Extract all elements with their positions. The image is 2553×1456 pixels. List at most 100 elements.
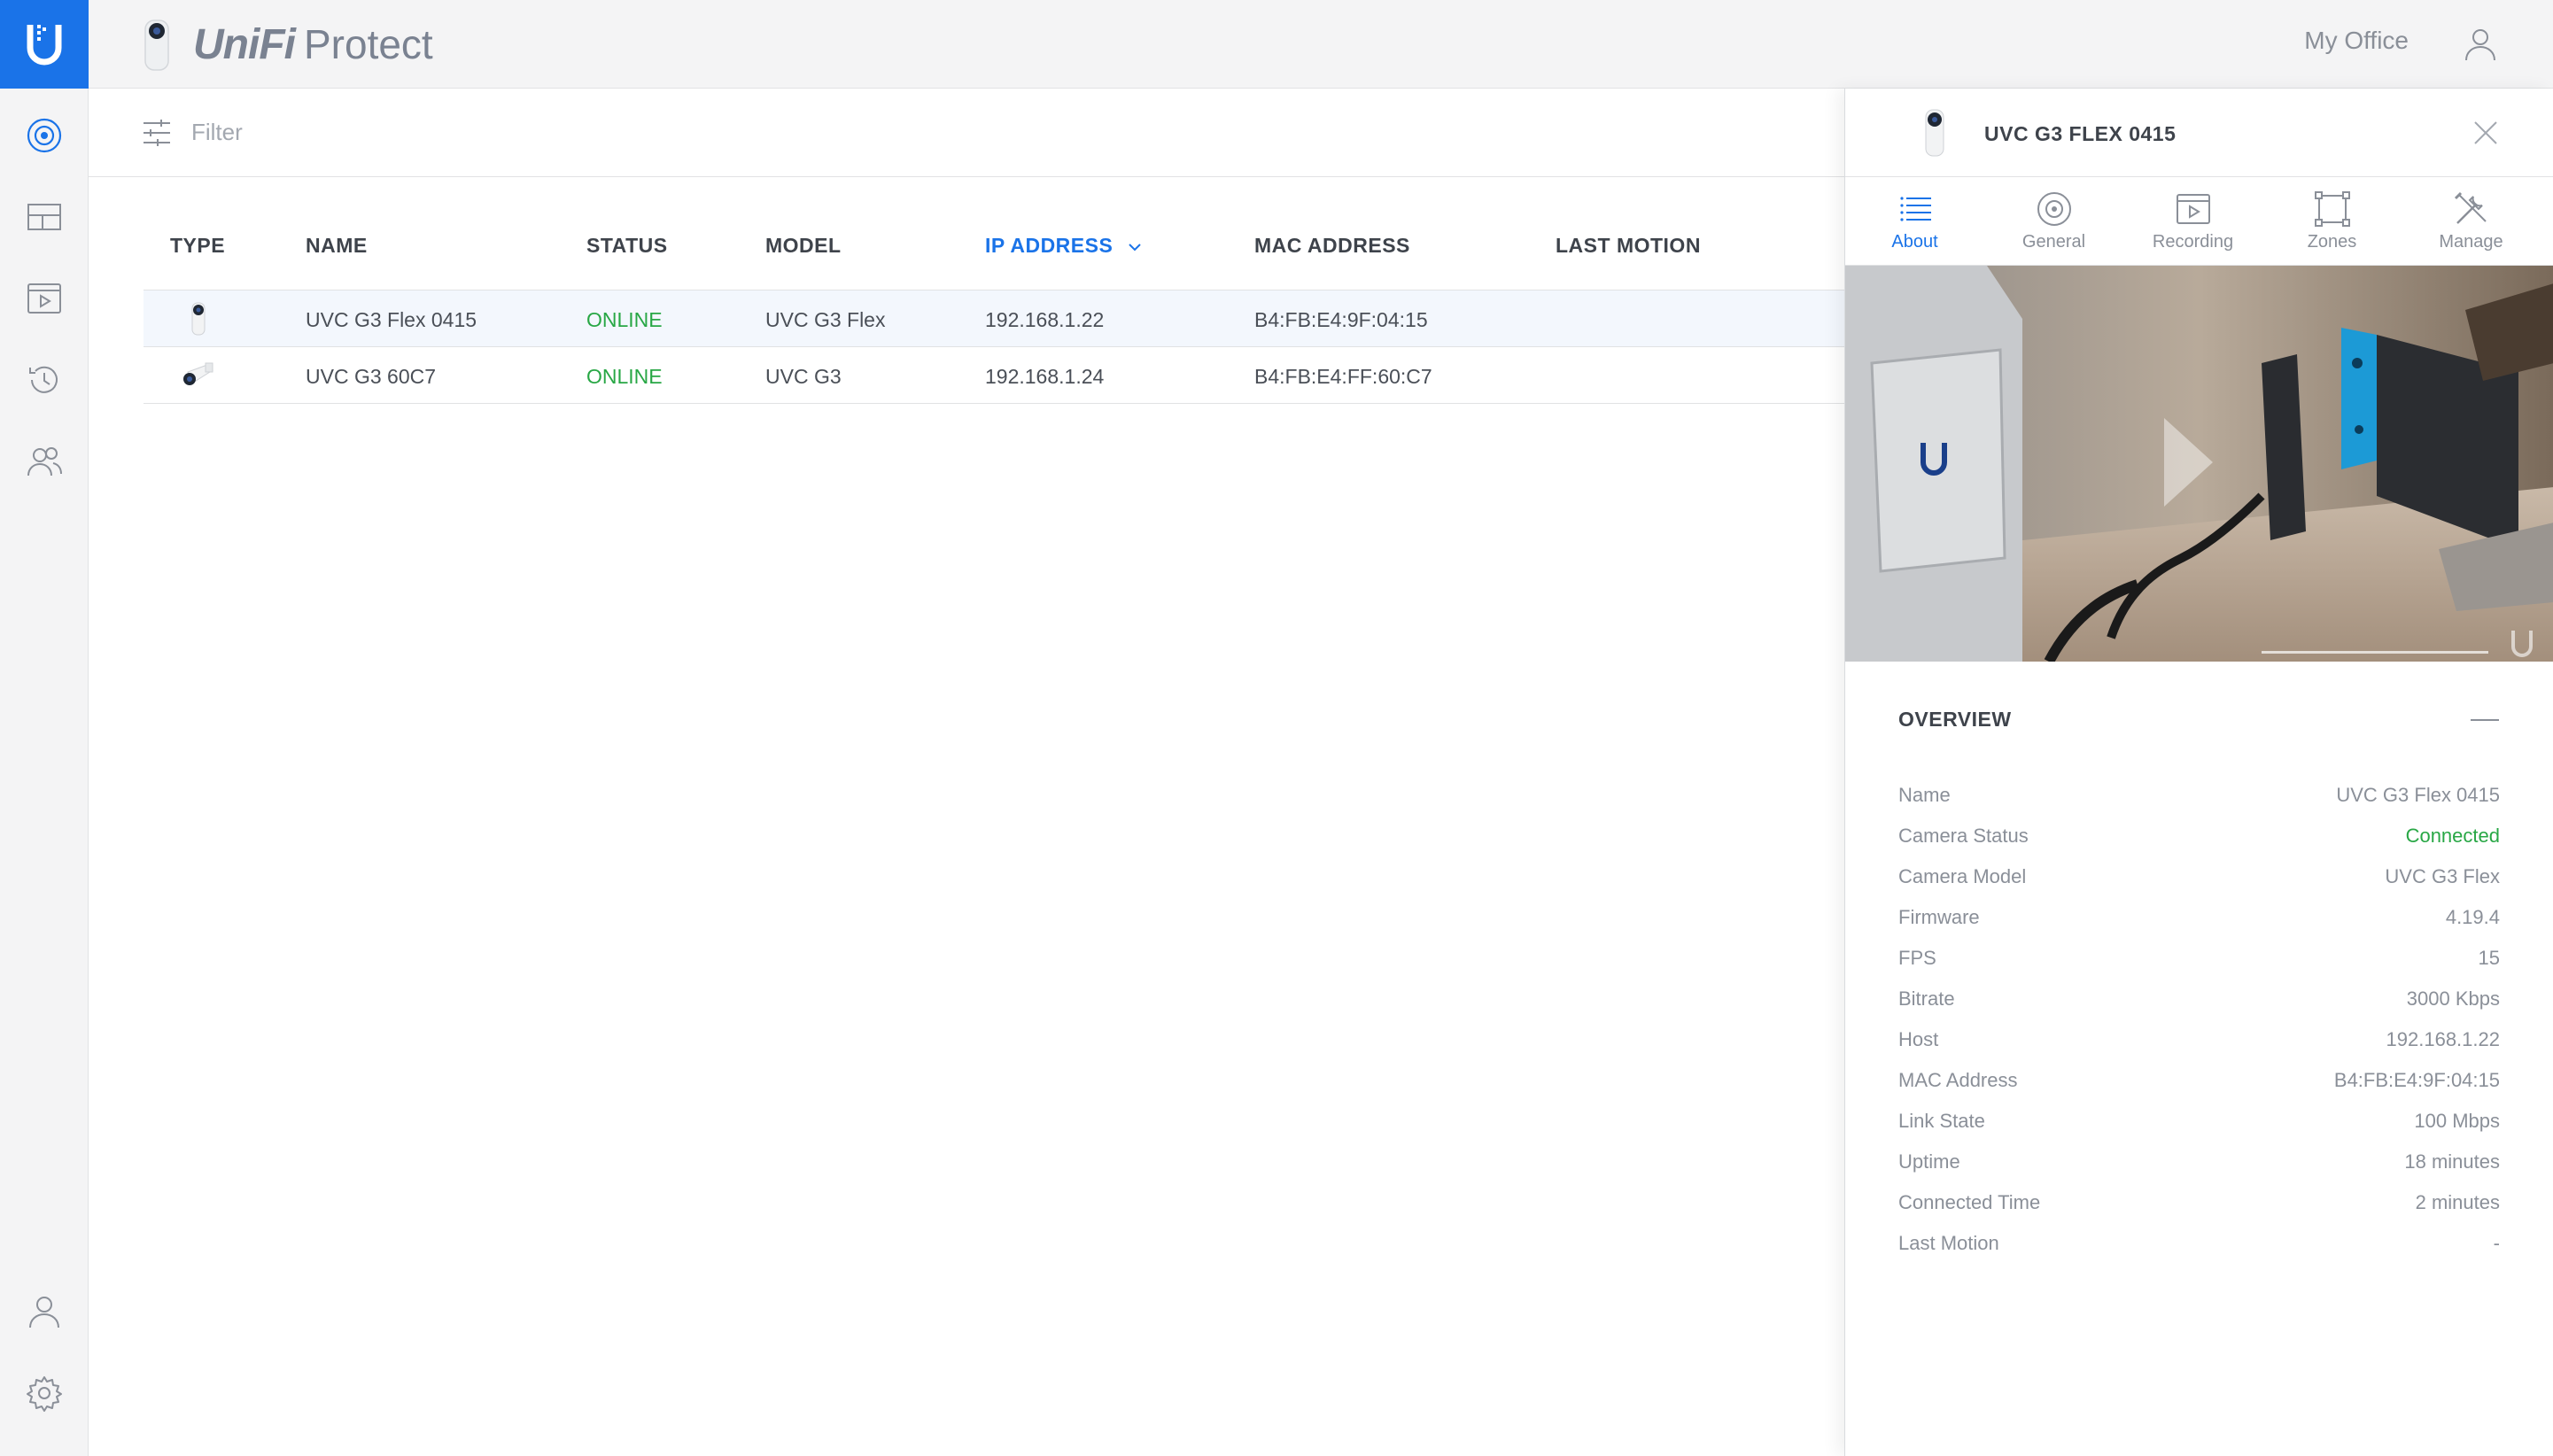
- overview-row: Bitrate 3000 Kbps: [1898, 979, 2500, 1019]
- overview-key: Connected Time: [1898, 1191, 2041, 1213]
- g3-flex-camera-icon: [1925, 109, 1944, 157]
- overview-key: Last Motion: [1898, 1232, 1999, 1254]
- overview-value: UVC G3 Flex 0415: [2336, 784, 2500, 806]
- tab-zones-label: Zones: [2307, 232, 2357, 252]
- col-model[interactable]: MODEL: [765, 234, 842, 258]
- rail-item-account[interactable]: [0, 1276, 89, 1347]
- overview-key: Camera Status: [1898, 825, 2029, 847]
- camera-detail-panel: UVC G3 FLEX 0415 About General Recording…: [1844, 89, 2553, 1456]
- collapse-minus-icon[interactable]: [2470, 711, 2500, 729]
- overview-key: FPS: [1898, 947, 1936, 969]
- tab-manage-label: Manage: [2439, 232, 2503, 252]
- g3-flex-camera-icon: [191, 302, 206, 336]
- overview-value: Connected: [2405, 825, 2500, 847]
- users-icon: [27, 447, 62, 476]
- overview-value: 192.168.1.22: [2386, 1028, 2500, 1050]
- table-row[interactable]: UVC G3 60C7 ONLINE UVC G3 192.168.1.24 B…: [144, 347, 1933, 404]
- panel-tabs: About General Recording Zones Manage: [1845, 177, 2553, 266]
- panel-header: UVC G3 FLEX 0415: [1845, 89, 2553, 177]
- overview-section: OVERVIEW Name UVC G3 Flex 0415 Camera St…: [1845, 662, 2553, 1264]
- app-brand[interactable]: UniFi Protect: [142, 16, 433, 73]
- tab-about[interactable]: About: [1845, 177, 1984, 266]
- tab-general-label: General: [2021, 232, 2086, 252]
- brand-protect: Protect: [303, 21, 433, 67]
- cell-name: UVC G3 Flex 0415: [306, 308, 477, 331]
- overview-value: -: [2493, 1232, 2500, 1254]
- overview-value: 15: [2478, 947, 2500, 969]
- overview-row: Camera Status Connected: [1898, 816, 2500, 856]
- liveview-grid-icon: [27, 204, 61, 230]
- table-header: TYPE NAME STATUS MODEL IP ADDRESS MAC AD…: [144, 177, 1933, 290]
- devices-table: TYPE NAME STATUS MODEL IP ADDRESS MAC AD…: [144, 177, 1933, 404]
- g3-bullet-camera-icon: [183, 362, 213, 385]
- col-ip-address[interactable]: IP ADDRESS: [985, 234, 1142, 258]
- overview-key: Bitrate: [1898, 987, 1955, 1010]
- rail-item-settings[interactable]: [0, 1358, 89, 1429]
- overview-header: OVERVIEW: [1898, 662, 2500, 775]
- overview-key: Uptime: [1898, 1150, 1960, 1173]
- overview-value: 2 minutes: [2415, 1191, 2500, 1213]
- video-player-icon: [27, 283, 61, 314]
- overview-row: Link State 100 Mbps: [1898, 1101, 2500, 1142]
- ubiquiti-u-icon: [27, 25, 62, 66]
- overview-value: 100 Mbps: [2414, 1110, 2500, 1132]
- cell-ip: 192.168.1.24: [985, 365, 1105, 388]
- site-name[interactable]: My Office: [2304, 27, 2409, 55]
- account-icon: [29, 1297, 59, 1328]
- protect-camera-logo-icon: [144, 19, 169, 71]
- rail-item-recordings[interactable]: [0, 263, 89, 334]
- col-name[interactable]: NAME: [306, 234, 368, 258]
- user-profile-icon[interactable]: [2461, 25, 2500, 64]
- col-mac-address[interactable]: MAC ADDRESS: [1254, 234, 1410, 258]
- overview-key: Link State: [1898, 1110, 1985, 1132]
- camera-snapshot: [1845, 266, 2553, 662]
- filter-bar: Filter: [89, 89, 1933, 177]
- camera-icon: [27, 118, 62, 153]
- rail-item-liveview[interactable]: [0, 182, 89, 252]
- table-row[interactable]: UVC G3 Flex 0415 ONLINE UVC G3 Flex 192.…: [144, 290, 1933, 347]
- col-last-motion[interactable]: LAST MOTION: [1556, 234, 1701, 258]
- cell-status: ONLINE: [586, 308, 663, 331]
- overview-row: Firmware 4.19.4: [1898, 897, 2500, 938]
- overview-row: Name UVC G3 Flex 0415: [1898, 775, 2500, 816]
- close-icon[interactable]: [2472, 119, 2500, 147]
- overview-value: UVC G3 Flex: [2385, 865, 2500, 887]
- tab-manage[interactable]: Manage: [2402, 177, 2541, 266]
- video-player-icon: [2176, 194, 2210, 224]
- overview-value: 3000 Kbps: [2406, 987, 2500, 1010]
- cell-model: UVC G3 Flex: [765, 308, 886, 331]
- overview-key: Firmware: [1898, 906, 1980, 928]
- cell-model: UVC G3: [765, 365, 842, 388]
- tab-recording[interactable]: Recording: [2123, 177, 2262, 266]
- camera-preview[interactable]: [1845, 266, 2553, 662]
- overview-row: Camera Model UVC G3 Flex: [1898, 856, 2500, 897]
- top-bar: UniFi Protect My Office: [89, 0, 2553, 89]
- tab-recording-label: Recording: [2152, 232, 2234, 252]
- col-type[interactable]: TYPE: [170, 234, 225, 258]
- overview-key: MAC Address: [1898, 1069, 2018, 1091]
- overview-value: 18 minutes: [2404, 1150, 2500, 1173]
- overview-value: 4.19.4: [2445, 906, 2500, 928]
- tab-about-label: About: [1891, 232, 1938, 252]
- ubiquiti-logo[interactable]: [0, 0, 89, 89]
- sort-chevron-down-icon: [1129, 244, 1141, 252]
- cell-name: UVC G3 60C7: [306, 365, 437, 388]
- cell-ip: 192.168.1.22: [985, 308, 1105, 331]
- overview-value: B4:FB:E4:9F:04:15: [2333, 1069, 2500, 1091]
- zones-icon: [2314, 191, 2350, 227]
- tab-general[interactable]: General: [1984, 177, 2123, 266]
- settings-gear-icon: [27, 1376, 62, 1412]
- tab-zones[interactable]: Zones: [2262, 177, 2402, 266]
- cell-status: ONLINE: [586, 365, 663, 388]
- rail-item-devices[interactable]: [0, 100, 89, 171]
- overview-key: Host: [1898, 1028, 1939, 1050]
- rail-item-users[interactable]: [0, 426, 89, 497]
- rail-item-history[interactable]: [0, 345, 89, 415]
- col-status[interactable]: STATUS: [586, 234, 668, 258]
- overview-row: Host 192.168.1.22: [1898, 1019, 2500, 1060]
- left-navigation-rail: [0, 0, 89, 1456]
- list-icon: [1899, 197, 1931, 221]
- filter-sliders-icon[interactable]: [142, 119, 172, 147]
- cell-mac: B4:FB:E4:FF:60:C7: [1254, 365, 1432, 388]
- filter-input[interactable]: Filter: [191, 119, 243, 146]
